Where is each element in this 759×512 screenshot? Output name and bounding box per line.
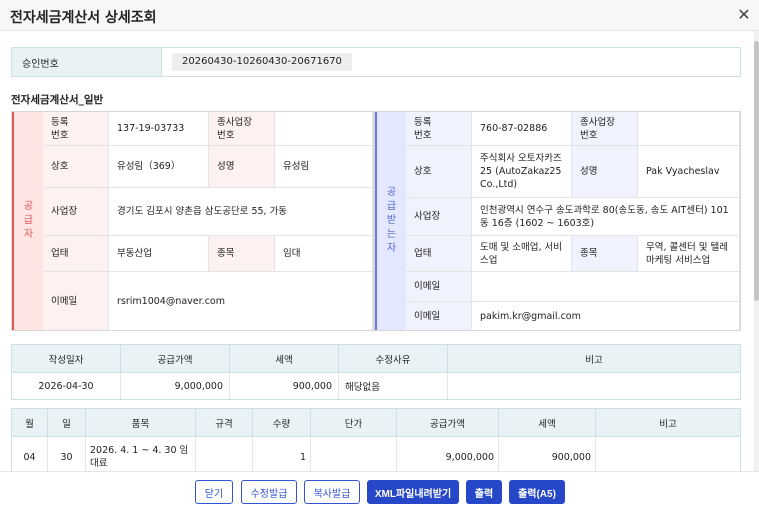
summary-reason: 해당없음 bbox=[339, 373, 448, 399]
section-title: 전자세금계산서_일반 bbox=[11, 94, 104, 106]
buyer-email2-label: 이메일 bbox=[406, 302, 472, 330]
supplier-sub-biz-label: 종사업장 번호 bbox=[209, 112, 275, 146]
buyer-side-text: 공 급 받 는 자 bbox=[386, 187, 397, 254]
items-row-month: 04 bbox=[12, 437, 48, 471]
supplier-type: 부동산업 bbox=[109, 236, 209, 272]
buyer-addr-label: 사업장 bbox=[406, 198, 472, 236]
items-header-item: 품목 bbox=[86, 409, 196, 437]
close-icon[interactable]: ✕ bbox=[734, 4, 754, 24]
approval-number-label: 승인번호 bbox=[12, 48, 162, 76]
items-header-day: 일 bbox=[48, 409, 86, 437]
supplier-name-label: 상호 bbox=[43, 146, 109, 188]
buyer-reg-no: 760-87-02886 bbox=[472, 112, 572, 146]
supplier-email-label: 이메일 bbox=[43, 272, 109, 330]
summary-date: 2026-04-30 bbox=[12, 373, 121, 399]
approval-number-value: 20260430-10260430-20671670 bbox=[172, 53, 352, 71]
buyer-rep-label: 성명 bbox=[572, 146, 638, 198]
summary-tax: 900,000 bbox=[230, 373, 339, 399]
summary-header-date: 작성일자 bbox=[12, 345, 121, 373]
items-row-tax: 900,000 bbox=[499, 437, 596, 471]
buyer-side-label: 공 급 받 는 자 bbox=[375, 112, 406, 330]
items-row-day: 30 bbox=[48, 437, 86, 471]
summary-note bbox=[448, 373, 740, 399]
supplier-reg-no-label: 등록 번호 bbox=[43, 112, 109, 146]
items-header-month: 월 bbox=[12, 409, 48, 437]
supplier-email: rsrim1004@naver.com bbox=[109, 272, 373, 330]
items-header-note: 비고 bbox=[596, 409, 740, 437]
revise-issue-button[interactable]: 수정발급 bbox=[241, 480, 297, 504]
buyer-rep: Pak Vyacheslav bbox=[638, 146, 740, 198]
items-header-spec: 규격 bbox=[196, 409, 253, 437]
buyer-panel: 공 급 받 는 자 등록 번호 760-87-02886 종사업장 번호 상호 … bbox=[374, 111, 741, 331]
buyer-email2: pakim.kr@gmail.com bbox=[472, 302, 740, 330]
items-row-supply: 9,000,000 bbox=[397, 437, 499, 471]
supplier-item: 임대 bbox=[275, 236, 373, 272]
supplier-name: 유성림（369） bbox=[109, 146, 209, 188]
summary-table: 작성일자 공급가액 세액 수정사유 비고 2026-04-30 9,000,00… bbox=[11, 344, 741, 400]
buyer-email1-label: 이메일 bbox=[406, 272, 472, 302]
items-row-note bbox=[596, 437, 740, 471]
supplier-type-label: 업태 bbox=[43, 236, 109, 272]
title-bar: 전자세금계산서 상세조회 ✕ bbox=[0, 0, 759, 31]
buyer-sub-biz-label: 종사업장 번호 bbox=[572, 112, 638, 146]
items-row-unit-price bbox=[311, 437, 397, 471]
items-header-unit-price: 단가 bbox=[311, 409, 397, 437]
supplier-sub-biz bbox=[275, 112, 373, 146]
window-title: 전자세금계산서 상세조회 bbox=[10, 10, 157, 26]
buyer-name-label: 상호 bbox=[406, 146, 472, 198]
buyer-name: 주식회사 오토자카즈 25 (AutoZakaz25 Co.,Ltd) bbox=[472, 146, 572, 198]
scrollbar-thumb[interactable] bbox=[754, 41, 759, 301]
summary-header-reason: 수정사유 bbox=[339, 345, 448, 373]
summary-supply: 9,000,000 bbox=[121, 373, 230, 399]
scrollbar[interactable] bbox=[754, 31, 759, 471]
items-header-supply: 공급가액 bbox=[397, 409, 499, 437]
button-bar: 닫기 수정발급 복사발급 XML파일내려받기 출력 출력(A5) bbox=[0, 471, 759, 512]
buyer-sub-biz bbox=[638, 112, 740, 146]
supplier-item-label: 종목 bbox=[209, 236, 275, 272]
items-header-tax: 세액 bbox=[499, 409, 596, 437]
buyer-reg-no-label: 등록 번호 bbox=[406, 112, 472, 146]
summary-header-supply: 공급가액 bbox=[121, 345, 230, 373]
buyer-item-label: 종목 bbox=[572, 236, 638, 272]
items-row-spec bbox=[196, 437, 253, 471]
supplier-reg-no: 137-19-03733 bbox=[109, 112, 209, 146]
close-button[interactable]: 닫기 bbox=[195, 480, 233, 504]
items-table: 월 일 품목 규격 수량 단가 공급가액 세액 비고 04 30 2026. 4… bbox=[11, 408, 741, 471]
supplier-panel: 공 급 자 등록 번호 137-19-03733 종사업장 번호 상호 유성림（… bbox=[11, 111, 374, 331]
print-a5-button[interactable]: 출력(A5) bbox=[509, 480, 565, 504]
items-row-item: 2026. 4. 1 ~ 4. 30 임대료 bbox=[86, 437, 196, 471]
supplier-side-label: 공 급 자 bbox=[12, 112, 43, 330]
copy-issue-button[interactable]: 복사발급 bbox=[304, 480, 360, 504]
summary-header-note: 비고 bbox=[448, 345, 740, 373]
buyer-type-label: 업태 bbox=[406, 236, 472, 272]
supplier-side-text: 공 급 자 bbox=[23, 201, 34, 240]
buyer-email1 bbox=[472, 272, 740, 302]
items-row-qty: 1 bbox=[253, 437, 311, 471]
summary-header-tax: 세액 bbox=[230, 345, 339, 373]
supplier-addr: 경기도 김포시 양촌읍 삼도공단로 55, 가동 bbox=[109, 188, 373, 236]
buyer-type: 도매 및 소매업, 서비스업 bbox=[472, 236, 572, 272]
buyer-addr: 인천광역시 연수구 송도과학로 80(송도동, 송도 AIT센터) 101동 1… bbox=[472, 198, 740, 236]
buyer-item: 무역, 콜센터 및 텔레마케팅 서비스업 bbox=[638, 236, 740, 272]
approval-number-row: 승인번호 20260430-10260430-20671670 bbox=[11, 47, 741, 77]
supplier-addr-label: 사업장 bbox=[43, 188, 109, 236]
xml-download-button[interactable]: XML파일내려받기 bbox=[367, 480, 459, 504]
print-button[interactable]: 출력 bbox=[466, 480, 502, 504]
supplier-rep: 유성림 bbox=[275, 146, 373, 188]
items-header-qty: 수량 bbox=[253, 409, 311, 437]
supplier-rep-label: 성명 bbox=[209, 146, 275, 188]
